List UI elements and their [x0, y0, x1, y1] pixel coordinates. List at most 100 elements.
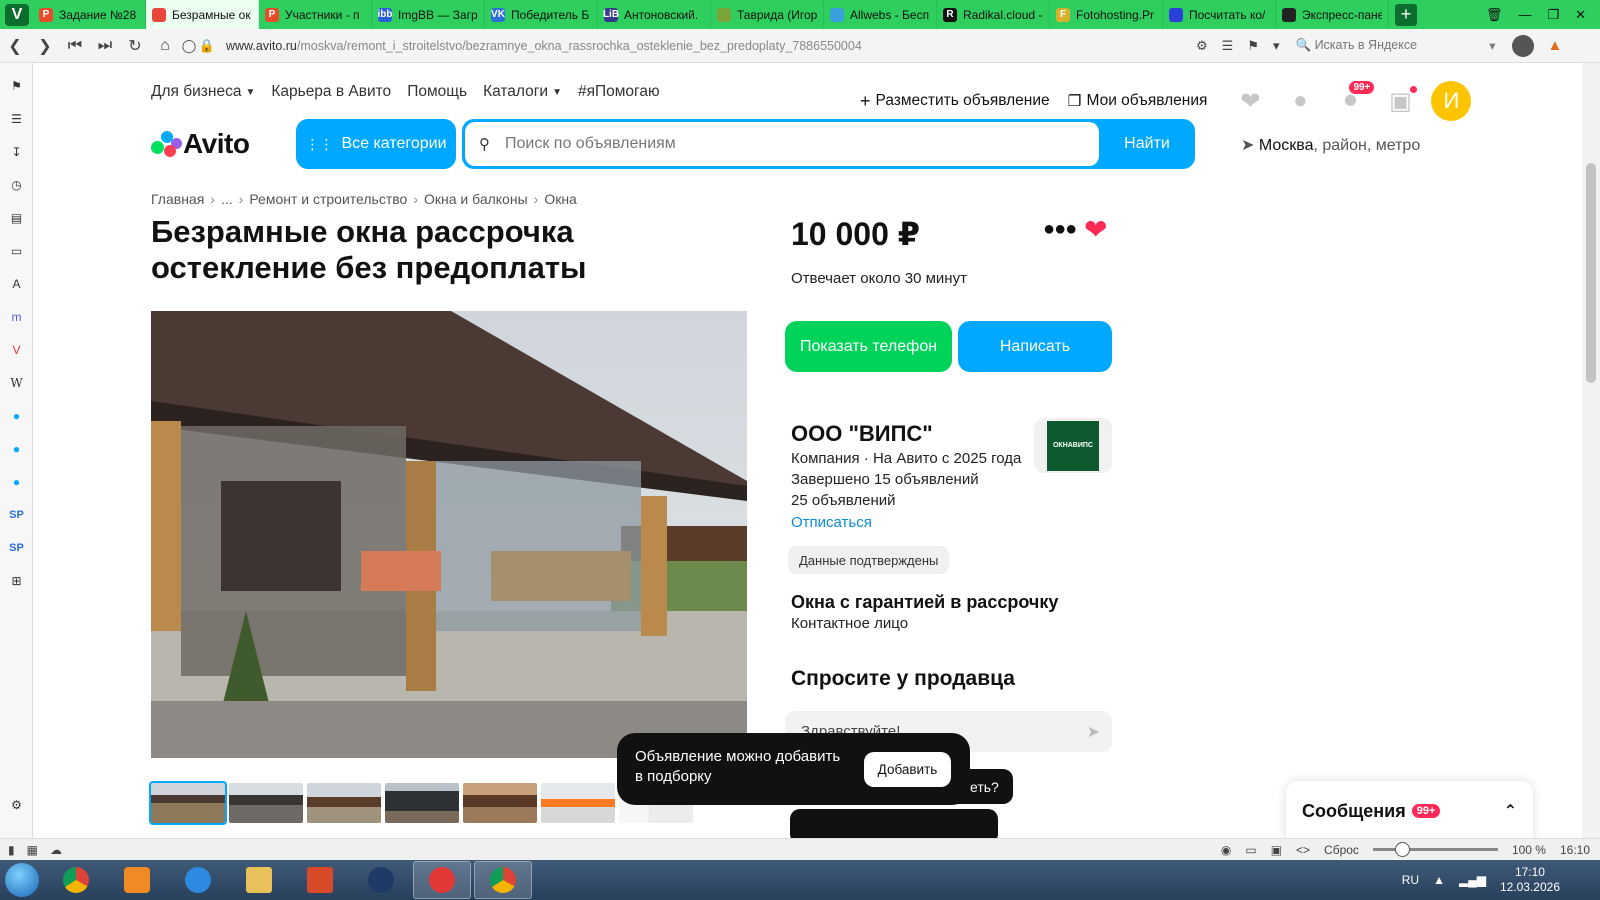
toast-add-button[interactable]: Добавить — [864, 752, 951, 787]
wikipedia-icon[interactable]: W — [8, 374, 25, 391]
breadcrumb-home[interactable]: Главная — [151, 191, 204, 207]
all-categories-button[interactable]: ⋮⋮ Все категории — [296, 119, 456, 169]
dropdown-icon[interactable]: ▾ — [1273, 38, 1280, 54]
home-button[interactable]: ⌂ — [150, 37, 180, 55]
thumbnail-5[interactable] — [463, 783, 537, 823]
messages-icon[interactable]: ⚫ 99+ — [1335, 80, 1376, 116]
capture-icon[interactable]: ◉ — [1221, 843, 1231, 857]
taskbar-app-5[interactable] — [291, 861, 349, 899]
write-message-button[interactable]: Написать — [958, 321, 1112, 372]
tab-tiling-icon[interactable]: ▦ — [27, 843, 38, 857]
breadcrumb-ellipsis[interactable]: ... — [221, 191, 233, 207]
send-icon[interactable]: ➤ — [1087, 722, 1100, 742]
page-scrollbar[interactable] — [1582, 63, 1600, 838]
taskbar-ie[interactable] — [169, 861, 227, 899]
translate-panel-icon[interactable]: A — [8, 275, 25, 292]
my-ads-link[interactable]: ❐ Мои объявления — [1068, 92, 1208, 111]
cart-icon[interactable]: ▣ — [1385, 86, 1418, 116]
avatar[interactable]: И — [1431, 81, 1472, 121]
vivaldi-menu-icon[interactable]: V — [5, 3, 29, 26]
taskbar-hp[interactable] — [352, 861, 410, 899]
url-field[interactable]: www.avito.ru/moskva/remont_i_stroitelstv… — [226, 39, 1186, 53]
seller-logo[interactable]: ОКНАВИПС — [1034, 418, 1112, 473]
clock[interactable]: 17:10 12.03.2026 — [1500, 865, 1560, 895]
mastodon-icon[interactable]: m — [8, 308, 25, 325]
translate-icon[interactable]: ⚙ — [1196, 38, 1208, 54]
new-tab-button[interactable]: + — [1395, 3, 1417, 26]
network-signal-icon[interactable]: ▂▄▆ — [1459, 873, 1486, 887]
panel-toggle-icon[interactable]: ▮ — [8, 843, 15, 857]
taskbar-explorer[interactable] — [230, 861, 288, 899]
taskbar-media-player[interactable] — [108, 861, 166, 899]
nav-help[interactable]: Помощь — [407, 83, 467, 101]
avito-logo[interactable]: Avito — [151, 128, 250, 160]
breadcrumb-windows[interactable]: Окна — [544, 191, 577, 207]
search-button[interactable]: Найти — [1099, 119, 1195, 169]
breadcrumb-windows-balconies[interactable]: Окна и балконы — [424, 191, 528, 207]
notifications-bell-icon[interactable]: ● — [1285, 86, 1315, 116]
scrollbar-thumb[interactable] — [1586, 163, 1596, 383]
seller-ads-count[interactable]: 25 объявлений — [791, 492, 896, 509]
language-indicator[interactable]: RU — [1402, 873, 1419, 887]
thumbnail-6[interactable] — [541, 783, 615, 823]
quick-question-chip-2[interactable] — [790, 809, 998, 838]
window-panel-icon[interactable]: ▭ — [8, 242, 25, 259]
sp-panel-icon[interactable]: SP — [8, 506, 25, 523]
zoom-reset-label[interactable]: Сброс — [1324, 843, 1359, 857]
trash-icon[interactable]: 🗑 — [1486, 7, 1503, 23]
browser-tab-11[interactable]: Посчитать ко/ — [1163, 0, 1276, 29]
nav-career[interactable]: Карьера в Авито — [271, 83, 391, 101]
post-ad-link[interactable]: + Разместить объявление — [860, 91, 1050, 112]
vivaldi-panel-icon[interactable]: V — [8, 341, 25, 358]
rewind-button[interactable]: ⏮ — [60, 37, 90, 55]
thumbnail-2[interactable] — [229, 783, 303, 823]
extension-fox-icon[interactable]: ▲ — [1548, 37, 1563, 54]
thumbnail-4[interactable] — [385, 783, 459, 823]
minimize-button[interactable]: — — [1518, 7, 1531, 22]
zoom-slider[interactable] — [1372, 842, 1498, 857]
lock-icon[interactable]: 🔒 — [198, 38, 216, 54]
listing-main-photo[interactable] — [151, 311, 747, 758]
favorites-heart-icon[interactable]: ❤ — [1235, 86, 1265, 116]
image-icon[interactable]: ▣ — [1271, 843, 1282, 857]
unsubscribe-link[interactable]: Отписаться — [791, 514, 872, 531]
avito-panel-icon[interactable]: ● — [8, 407, 25, 424]
nav-ya-pomogayu[interactable]: #яПомогаю — [578, 83, 660, 101]
notes-icon[interactable]: ▤ — [8, 209, 25, 226]
reading-list-icon[interactable]: ☰ — [8, 110, 25, 127]
browser-tab-9[interactable]: R Radikal.cloud - — [937, 0, 1050, 29]
sync-cloud-icon[interactable]: ☁ — [50, 843, 62, 857]
taskbar-chrome[interactable] — [47, 861, 105, 899]
browser-tab-10[interactable]: F Fotohosting.Pr — [1050, 0, 1163, 29]
shield-icon[interactable]: ◯ — [180, 38, 198, 54]
more-options-icon[interactable]: ●●● — [1043, 218, 1077, 241]
back-button[interactable]: ❮ — [0, 36, 30, 56]
close-window-button[interactable]: ✕ — [1575, 7, 1586, 23]
reload-button[interactable]: ↻ — [120, 36, 150, 56]
browser-tab-7[interactable]: Таврида (Игор — [711, 0, 824, 29]
maximize-button[interactable]: ❐ — [1547, 7, 1559, 23]
profile-icon[interactable] — [1511, 34, 1534, 57]
seller-name[interactable]: ООО "ВИПС" — [791, 421, 933, 447]
nav-catalogs[interactable]: Каталоги ▼ — [483, 83, 562, 101]
code-icon[interactable]: <> — [1296, 843, 1310, 857]
taskbar-chrome-2[interactable] — [474, 861, 532, 899]
avito-panel-icon-2[interactable]: ● — [8, 440, 25, 457]
browser-tab-2[interactable]: Безрамные ок — [146, 0, 259, 29]
search-engine-dropdown-icon[interactable]: ▾ — [1489, 38, 1495, 53]
browser-tab-5[interactable]: VK Победитель Б — [485, 0, 598, 29]
chevron-up-icon[interactable]: ⌃ — [1504, 801, 1517, 821]
tray-arrow-icon[interactable]: ▲ — [1433, 873, 1445, 887]
fast-forward-button[interactable]: ⏭ — [90, 37, 120, 55]
browser-tab-4[interactable]: ibb ImgBB — Загр — [372, 0, 485, 29]
history-icon[interactable]: ◷ — [8, 176, 25, 193]
show-phone-button[interactable]: Показать телефон — [785, 321, 952, 372]
nav-for-business[interactable]: Для бизнеса ▼ — [151, 83, 255, 101]
thumbnail-1[interactable] — [149, 781, 227, 825]
browser-tab-3[interactable]: P Участники - п — [259, 0, 372, 29]
zoom-slider-knob[interactable] — [1394, 842, 1410, 857]
downloads-icon[interactable]: ↧ — [8, 143, 25, 160]
forward-button[interactable]: ❯ — [30, 36, 60, 56]
sp-panel-icon-2[interactable]: SP — [8, 539, 25, 556]
breadcrumb-repair[interactable]: Ремонт и строительство — [249, 191, 407, 207]
